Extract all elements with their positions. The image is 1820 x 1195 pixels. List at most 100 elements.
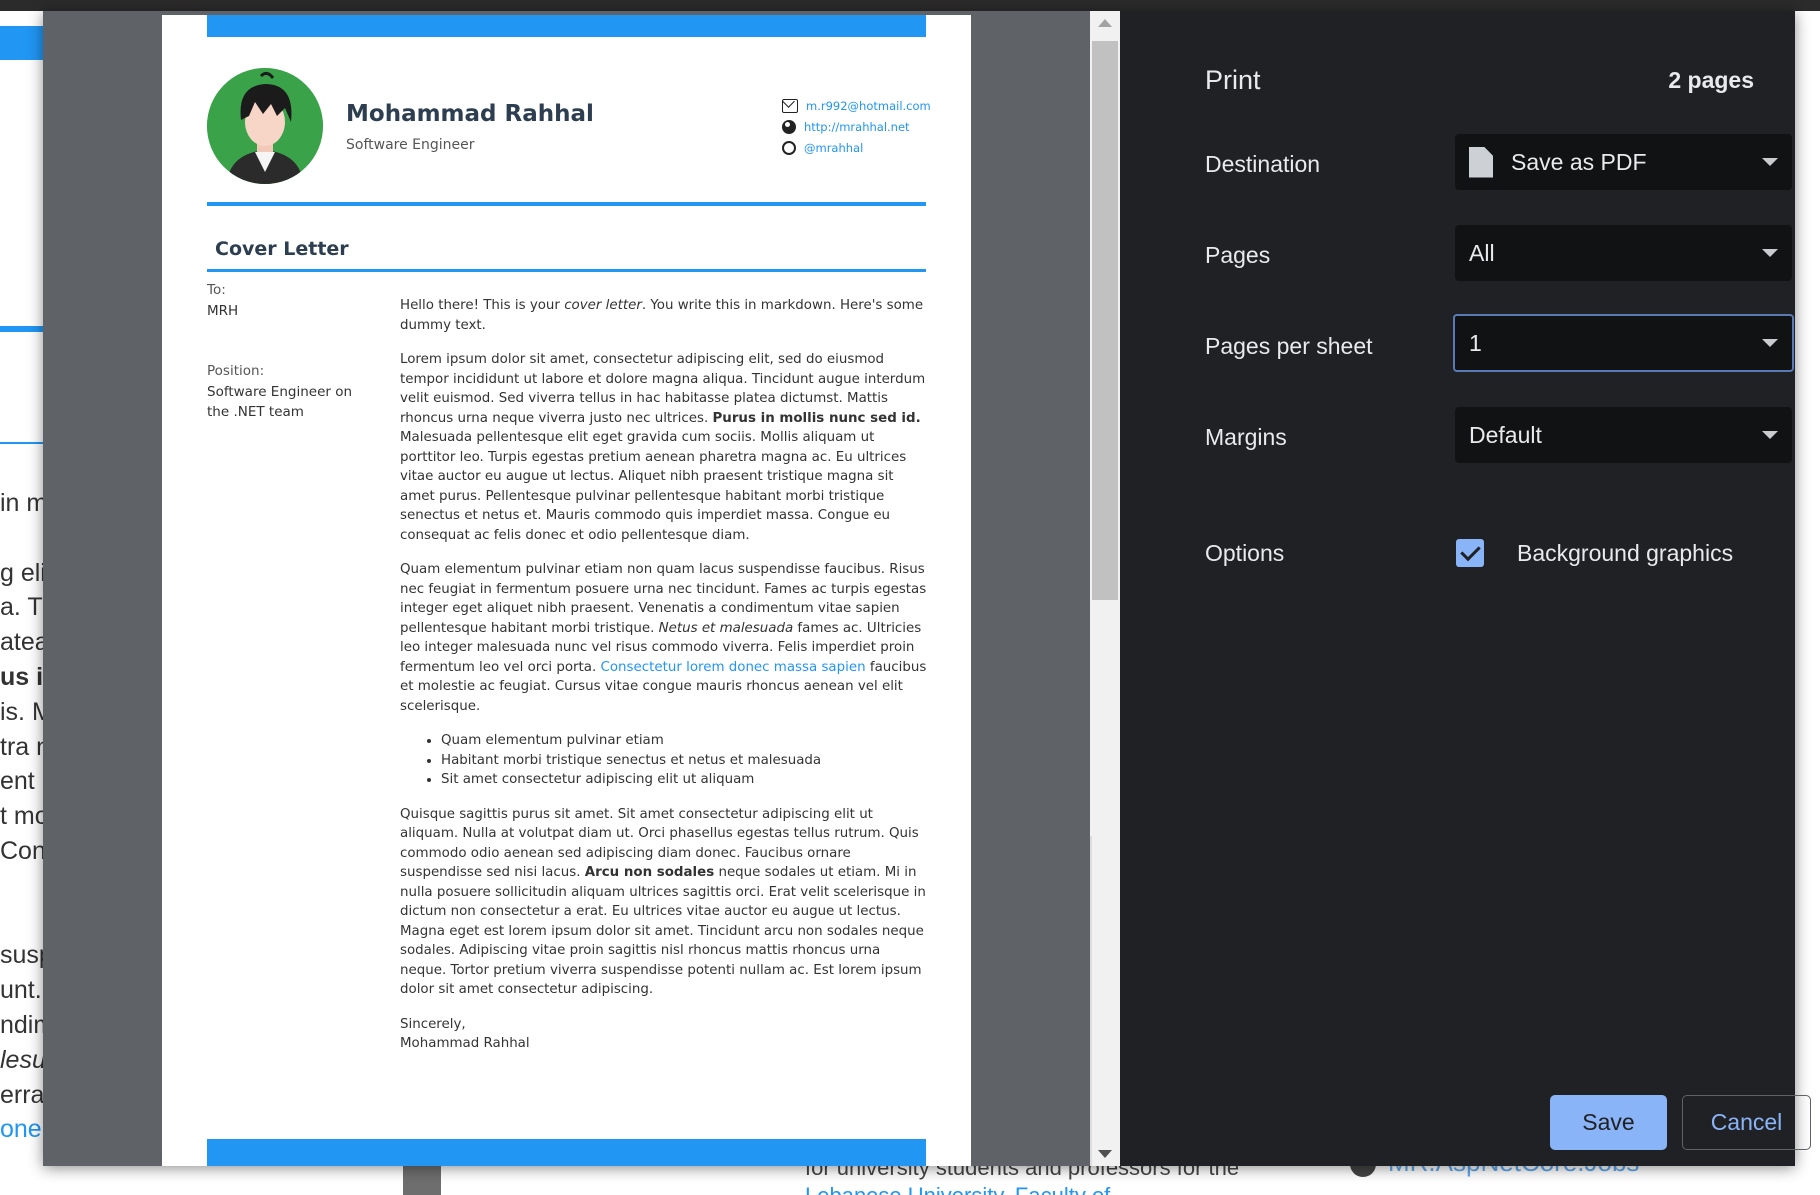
pages-per-sheet-select[interactable]: 1 xyxy=(1453,314,1794,372)
to-value: MRH xyxy=(207,303,239,319)
print-preview-area: Mohammad Rahhal Software Engineer m.r992… xyxy=(43,11,1090,1166)
signature: Mohammad Rahhal xyxy=(400,1036,530,1051)
contact-list: m.r992@hotmail.com http://mrahhal.net @m… xyxy=(782,95,932,158)
background-line: us in xyxy=(0,662,45,691)
destination-value: Save as PDF xyxy=(1511,148,1647,175)
background-divider xyxy=(0,326,45,332)
paragraph-bold: Purus in mollis nunc sed id. xyxy=(712,410,921,426)
scroll-up-arrow-icon[interactable] xyxy=(1098,19,1112,27)
background-line: tra n xyxy=(0,732,45,761)
save-button[interactable]: Save xyxy=(1550,1095,1667,1150)
paragraph: Quam elementum pulvinar etiam non quam l… xyxy=(400,560,930,716)
paragraph: Lorem ipsum dolor sit amet, consectetur … xyxy=(400,350,930,545)
background-line: g eli xyxy=(0,558,45,587)
background-line: lesu xyxy=(0,1045,45,1074)
globe-icon xyxy=(782,119,796,134)
contact-website-text: http://mrahhal.net xyxy=(804,119,910,134)
paragraph-text: Malesuada pellentesque elit eget gravida… xyxy=(400,430,907,543)
destination-label: Destination xyxy=(1205,151,1321,177)
closing: Sincerely, Mohammad Rahhal xyxy=(400,1015,930,1054)
background-line: in m xyxy=(0,489,45,517)
contact-email[interactable]: m.r992@hotmail.com xyxy=(782,95,932,116)
background-line: one xyxy=(0,1115,42,1144)
letter-body: Hello there! This is your cover letter. … xyxy=(400,296,930,1054)
margins-label: Margins xyxy=(1205,424,1287,450)
resume-role: Software Engineer xyxy=(346,137,475,153)
to-label: To: xyxy=(207,282,226,298)
closing-text: Sincerely, xyxy=(400,1016,466,1032)
destination-select[interactable]: Save as PDF xyxy=(1455,134,1792,190)
background-bottom-text-clipped: Lebanese University, Faculty of Engineer… xyxy=(805,1185,1225,1195)
background-line: atea xyxy=(0,628,45,657)
pages-per-sheet-value: 1 xyxy=(1469,329,1482,356)
background-line: is. M xyxy=(0,697,45,726)
cancel-button[interactable]: Cancel xyxy=(1682,1095,1811,1150)
github-icon xyxy=(782,140,796,155)
background-line: ndim xyxy=(0,1010,45,1039)
position-value: Software Engineer on the .NET team xyxy=(207,384,353,420)
background-graphics-checkbox[interactable] xyxy=(1456,539,1484,567)
list-item: Quam elementum pulvinar etiam xyxy=(441,731,930,751)
background-header-bar xyxy=(0,26,45,60)
background-line: ent xyxy=(0,767,35,796)
chevron-down-icon xyxy=(1762,431,1778,439)
pages-per-sheet-label: Pages per sheet xyxy=(1205,333,1373,359)
chevron-down-icon xyxy=(1762,158,1778,166)
paragraph-bold: Arcu non sodales xyxy=(584,865,715,880)
paragraph: Hello there! This is your cover letter. … xyxy=(400,296,930,335)
position-label: Position: xyxy=(207,363,265,379)
contact-email-text: m.r992@hotmail.com xyxy=(806,98,931,113)
background-rule xyxy=(0,442,45,444)
background-line xyxy=(0,869,45,904)
chevron-down-icon xyxy=(1762,249,1778,257)
margins-select[interactable]: Default xyxy=(1455,407,1792,463)
preview-scrollbar[interactable] xyxy=(1090,11,1120,1166)
scrollbar-track xyxy=(1090,836,1092,1166)
section-title: Cover Letter xyxy=(215,238,349,260)
list-item: Habitant morbi tristique senectus et net… xyxy=(441,751,930,771)
background-line: erra xyxy=(0,1080,45,1109)
background-line: Cong xyxy=(0,836,45,865)
avatar xyxy=(207,68,323,184)
next-page-header-bar xyxy=(207,1139,926,1166)
pages-label: Pages xyxy=(1205,242,1271,268)
bullet-list: Quam elementum pulvinar etiam Habitant m… xyxy=(441,731,930,790)
chevron-down-icon xyxy=(1762,339,1778,347)
options-label: Options xyxy=(1205,540,1285,566)
background-line: a. Ti xyxy=(0,593,45,622)
page-header-bar xyxy=(207,15,926,37)
contact-github-text: @mrahhal xyxy=(804,140,864,155)
scroll-down-arrow-icon[interactable] xyxy=(1098,1150,1112,1158)
list-item: Sit amet consectetur adipiscing elit ut … xyxy=(441,770,930,790)
print-dialog: Mohammad Rahhal Software Engineer m.r992… xyxy=(43,11,1811,1166)
paragraph-emphasis: cover letter xyxy=(564,298,642,313)
print-settings-panel: Print 2 pages Destination Save as PDF Pa… xyxy=(1120,11,1811,1166)
header-divider xyxy=(207,202,926,206)
section-divider xyxy=(207,269,926,272)
document-icon xyxy=(1469,146,1493,178)
preview-page: Mohammad Rahhal Software Engineer m.r992… xyxy=(162,15,971,1166)
background-graphics-label[interactable]: Background graphics xyxy=(1517,540,1733,567)
contact-github[interactable]: @mrahhal xyxy=(782,137,932,158)
background-line: t mo xyxy=(0,802,45,831)
paragraph-emphasis: Netus et malesuada xyxy=(658,620,794,636)
background-line xyxy=(0,904,45,939)
scrollbar-thumb[interactable] xyxy=(1092,41,1118,600)
background-line: susp xyxy=(0,941,45,970)
margins-value: Default xyxy=(1469,421,1542,448)
resume-name: Mohammad Rahhal xyxy=(346,101,594,127)
page-count: 2 pages xyxy=(1668,67,1754,93)
background-line: unt. xyxy=(0,976,42,1005)
background-text-column: in m g eli a. Ti atea us in is. M tra n … xyxy=(0,486,45,1147)
contact-website[interactable]: http://mrahhal.net xyxy=(782,116,932,137)
pages-select[interactable]: All xyxy=(1455,225,1792,281)
mail-icon xyxy=(782,98,798,113)
pages-value: All xyxy=(1469,239,1495,266)
print-title: Print xyxy=(1205,65,1261,95)
background-bottom-link-text: Lebanese University, Faculty of Engineer… xyxy=(805,1185,1225,1195)
paragraph-link[interactable]: Consectetur lorem donec massa sapien xyxy=(601,660,866,675)
background-line xyxy=(0,521,45,556)
paragraph: Quisque sagittis purus sit amet. Sit ame… xyxy=(400,805,930,1000)
paragraph-text: Hello there! This is your xyxy=(400,298,565,313)
paragraph-text: neque sodales ut etiam. Mi in nulla posu… xyxy=(400,865,926,997)
